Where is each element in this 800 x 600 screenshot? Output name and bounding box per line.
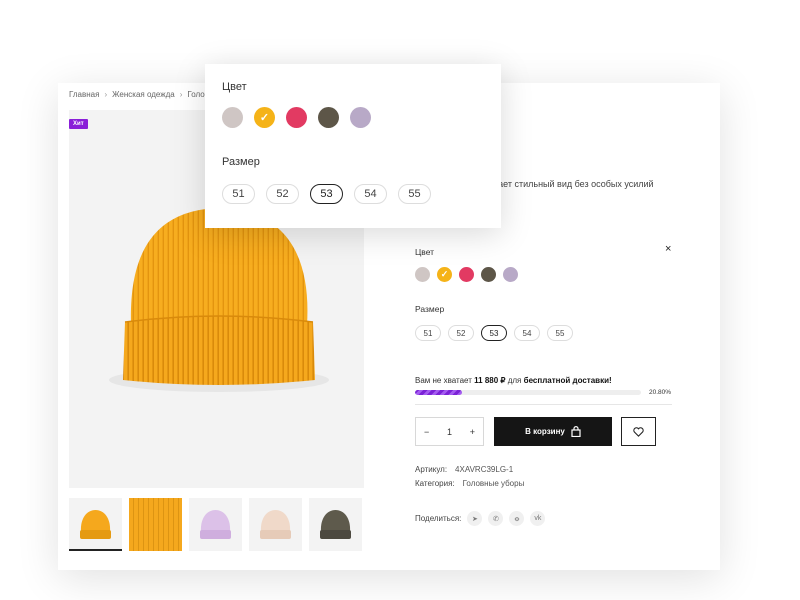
sku-row: Артикул: 4XAVRC39LG-1: [415, 465, 513, 474]
thumbnail-image: [320, 510, 351, 539]
breadcrumb-separator: ›: [104, 90, 108, 99]
sku-value: 4XAVRC39LG-1: [455, 465, 514, 474]
color-swatch-lavender[interactable]: [503, 267, 518, 282]
share-row: Поделиться: ➤ ✆ ꝋ vk: [415, 511, 546, 526]
size-option-55[interactable]: 55: [547, 325, 573, 341]
shipping-amount: 11 880 ₽: [474, 376, 506, 385]
color-swatch-lavender[interactable]: [350, 107, 371, 128]
telegram-icon[interactable]: ➤: [467, 511, 483, 526]
add-to-cart-button[interactable]: В корзину: [494, 417, 612, 446]
category-link[interactable]: Головные уборы: [463, 479, 525, 488]
thumbnail-lavender-beanie[interactable]: [189, 498, 242, 551]
breadcrumb-separator: ›: [179, 90, 183, 99]
shipping-target: бесплатной доставки!: [523, 376, 612, 385]
wishlist-button[interactable]: [621, 417, 656, 446]
color-swatches: ✓: [415, 267, 518, 282]
color-swatch-beige-grey[interactable]: [415, 267, 430, 282]
size-option-53[interactable]: 53: [310, 184, 343, 204]
size-option-51[interactable]: 51: [415, 325, 441, 341]
color-swatch-olive[interactable]: [481, 267, 496, 282]
color-swatch-yellow[interactable]: ✓: [437, 267, 452, 282]
size-option-52[interactable]: 52: [266, 184, 299, 204]
add-to-cart-label: В корзину: [525, 427, 565, 436]
popup-size-label: Размер: [222, 156, 260, 168]
size-option-54[interactable]: 54: [354, 184, 387, 204]
size-option-53[interactable]: 53: [481, 325, 507, 341]
shopping-bag-icon: [571, 426, 581, 437]
breadcrumb-home[interactable]: Главная: [69, 90, 99, 99]
color-label: Цвет: [415, 247, 435, 257]
color-swatch-yellow[interactable]: ✓: [254, 107, 275, 128]
quantity-increase-button[interactable]: +: [470, 427, 475, 437]
shipping-progress-bar: [415, 390, 641, 395]
shipping-mid: для: [507, 376, 522, 385]
color-swatch-pink[interactable]: [286, 107, 307, 128]
shipping-progress-percent: 20.80%: [649, 389, 672, 396]
quantity-decrease-button[interactable]: −: [424, 427, 429, 437]
hit-badge: Хит: [69, 119, 88, 129]
sku-label: Артикул:: [415, 465, 448, 474]
shipping-progress-fill: [415, 390, 462, 395]
close-icon[interactable]: ×: [665, 243, 671, 255]
size-option-54[interactable]: 54: [514, 325, 540, 341]
size-option-55[interactable]: 55: [398, 184, 431, 204]
quantity-value[interactable]: 1: [447, 427, 452, 437]
vk-icon[interactable]: vk: [530, 511, 546, 526]
variant-popup: Цвет ✓ Размер 51 52 53 54 55: [205, 64, 501, 228]
category-label: Категория:: [415, 479, 455, 488]
thumbnail-yellow-beanie[interactable]: [69, 498, 122, 551]
popup-color-swatches: ✓: [222, 107, 371, 128]
breadcrumb-women[interactable]: Женская одежда: [112, 90, 175, 99]
product-description: придает стильный вид без особых усилий: [478, 179, 654, 189]
size-option-51[interactable]: 51: [222, 184, 255, 204]
thumbnail-olive-beanie[interactable]: [309, 498, 362, 551]
popup-size-options: 51 52 53 54 55: [222, 184, 431, 204]
whatsapp-icon[interactable]: ✆: [488, 511, 504, 526]
thumbnail-knit-closeup[interactable]: [129, 498, 182, 551]
popup-color-label: Цвет: [222, 81, 247, 93]
size-label: Размер: [415, 304, 445, 314]
check-icon: ✓: [259, 111, 270, 124]
size-options: 51 52 53 54 55: [415, 325, 573, 341]
color-swatch-olive[interactable]: [318, 107, 339, 128]
thumbnail-image: [80, 510, 111, 539]
category-row: Категория: Головные уборы: [415, 479, 524, 488]
check-icon: ✓: [440, 268, 449, 279]
free-shipping-message: Вам не хватает 11 880 ₽ для бесплатной д…: [415, 376, 612, 385]
color-swatch-pink[interactable]: [459, 267, 474, 282]
divider: [415, 404, 672, 405]
thumbnail-image: [260, 510, 291, 539]
thumbnail-image: [200, 510, 231, 539]
breadcrumb: Главная › Женская одежда › Головные: [69, 90, 224, 99]
color-swatch-beige-grey[interactable]: [222, 107, 243, 128]
size-option-52[interactable]: 52: [448, 325, 474, 341]
shipping-prefix: Вам не хватает: [415, 376, 472, 385]
odnoklassniki-icon[interactable]: ꝋ: [509, 511, 525, 526]
thumbnail-strip: [69, 498, 362, 551]
quantity-stepper: − 1 +: [415, 417, 484, 446]
thumbnail-beige-beanie[interactable]: [249, 498, 302, 551]
heart-icon: [633, 426, 644, 437]
share-label: Поделиться:: [415, 514, 462, 523]
